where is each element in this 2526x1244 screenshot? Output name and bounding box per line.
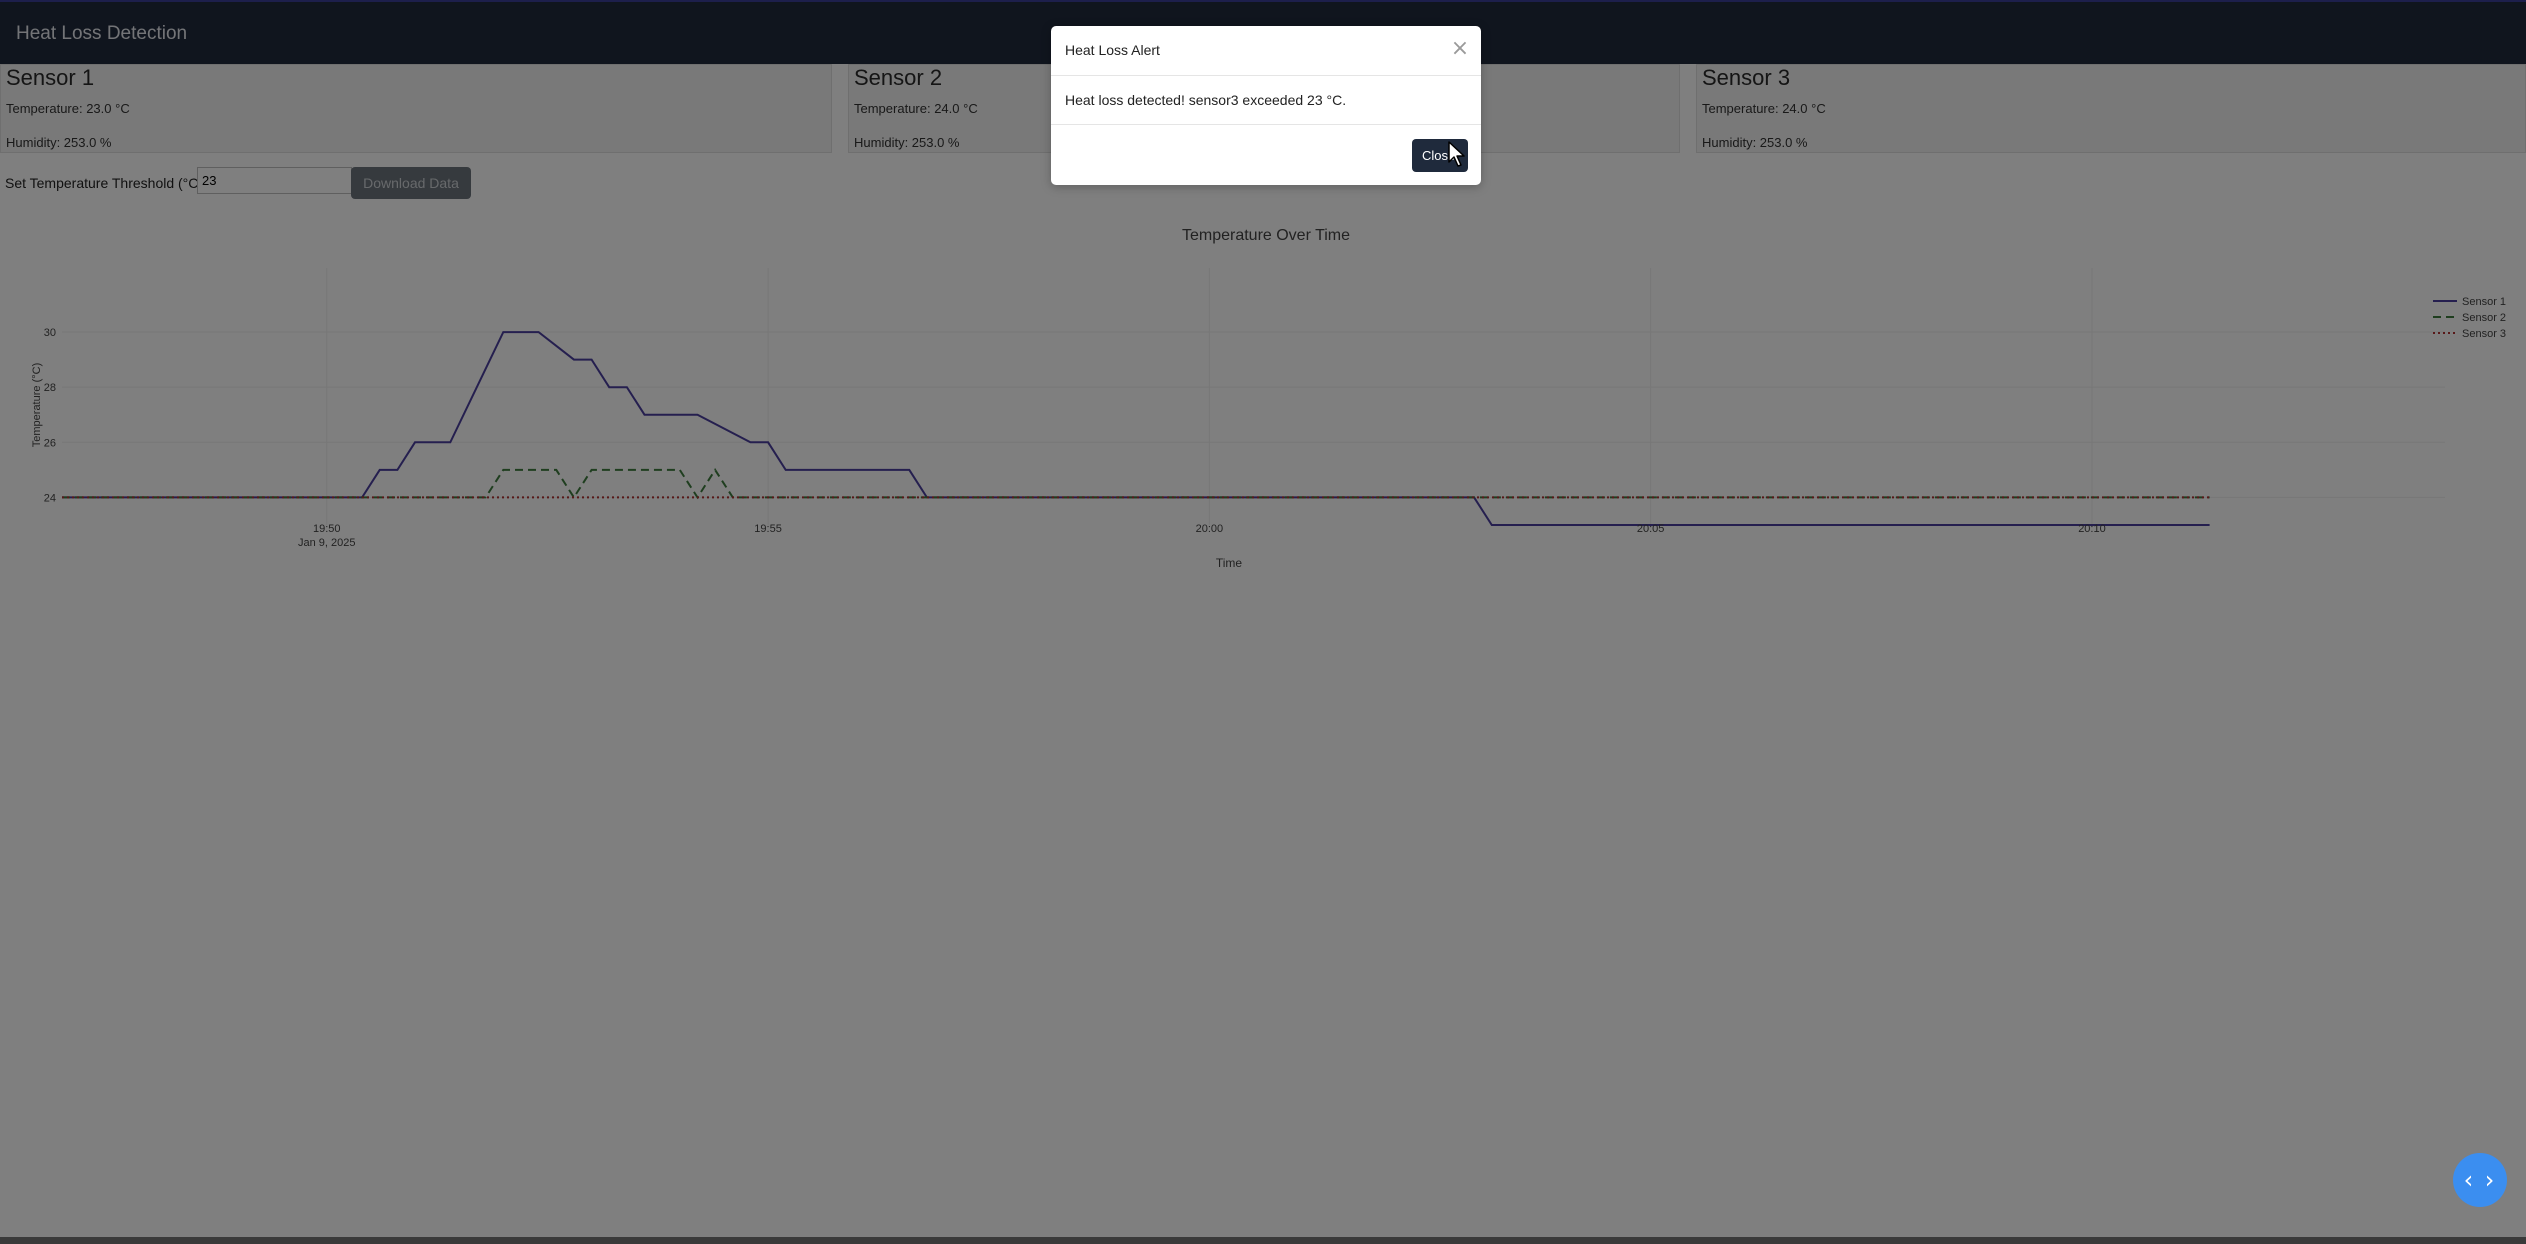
taskbar <box>0 1237 2526 1244</box>
modal-title: Heat Loss Alert <box>1065 42 1160 58</box>
modal-footer-divider <box>1051 124 1481 125</box>
code-icon[interactable]: ‹ › <box>2453 1153 2507 1207</box>
modal-backdrop[interactable] <box>0 0 2526 1244</box>
heat-loss-alert-modal: Heat Loss Alert × Heat loss detected! se… <box>1051 26 1481 185</box>
mouse-cursor-icon <box>1448 141 1465 167</box>
modal-header: Heat Loss Alert × <box>1051 26 1481 76</box>
close-icon[interactable]: × <box>1447 36 1473 62</box>
modal-message: Heat loss detected! sensor3 exceeded 23 … <box>1065 92 1347 108</box>
